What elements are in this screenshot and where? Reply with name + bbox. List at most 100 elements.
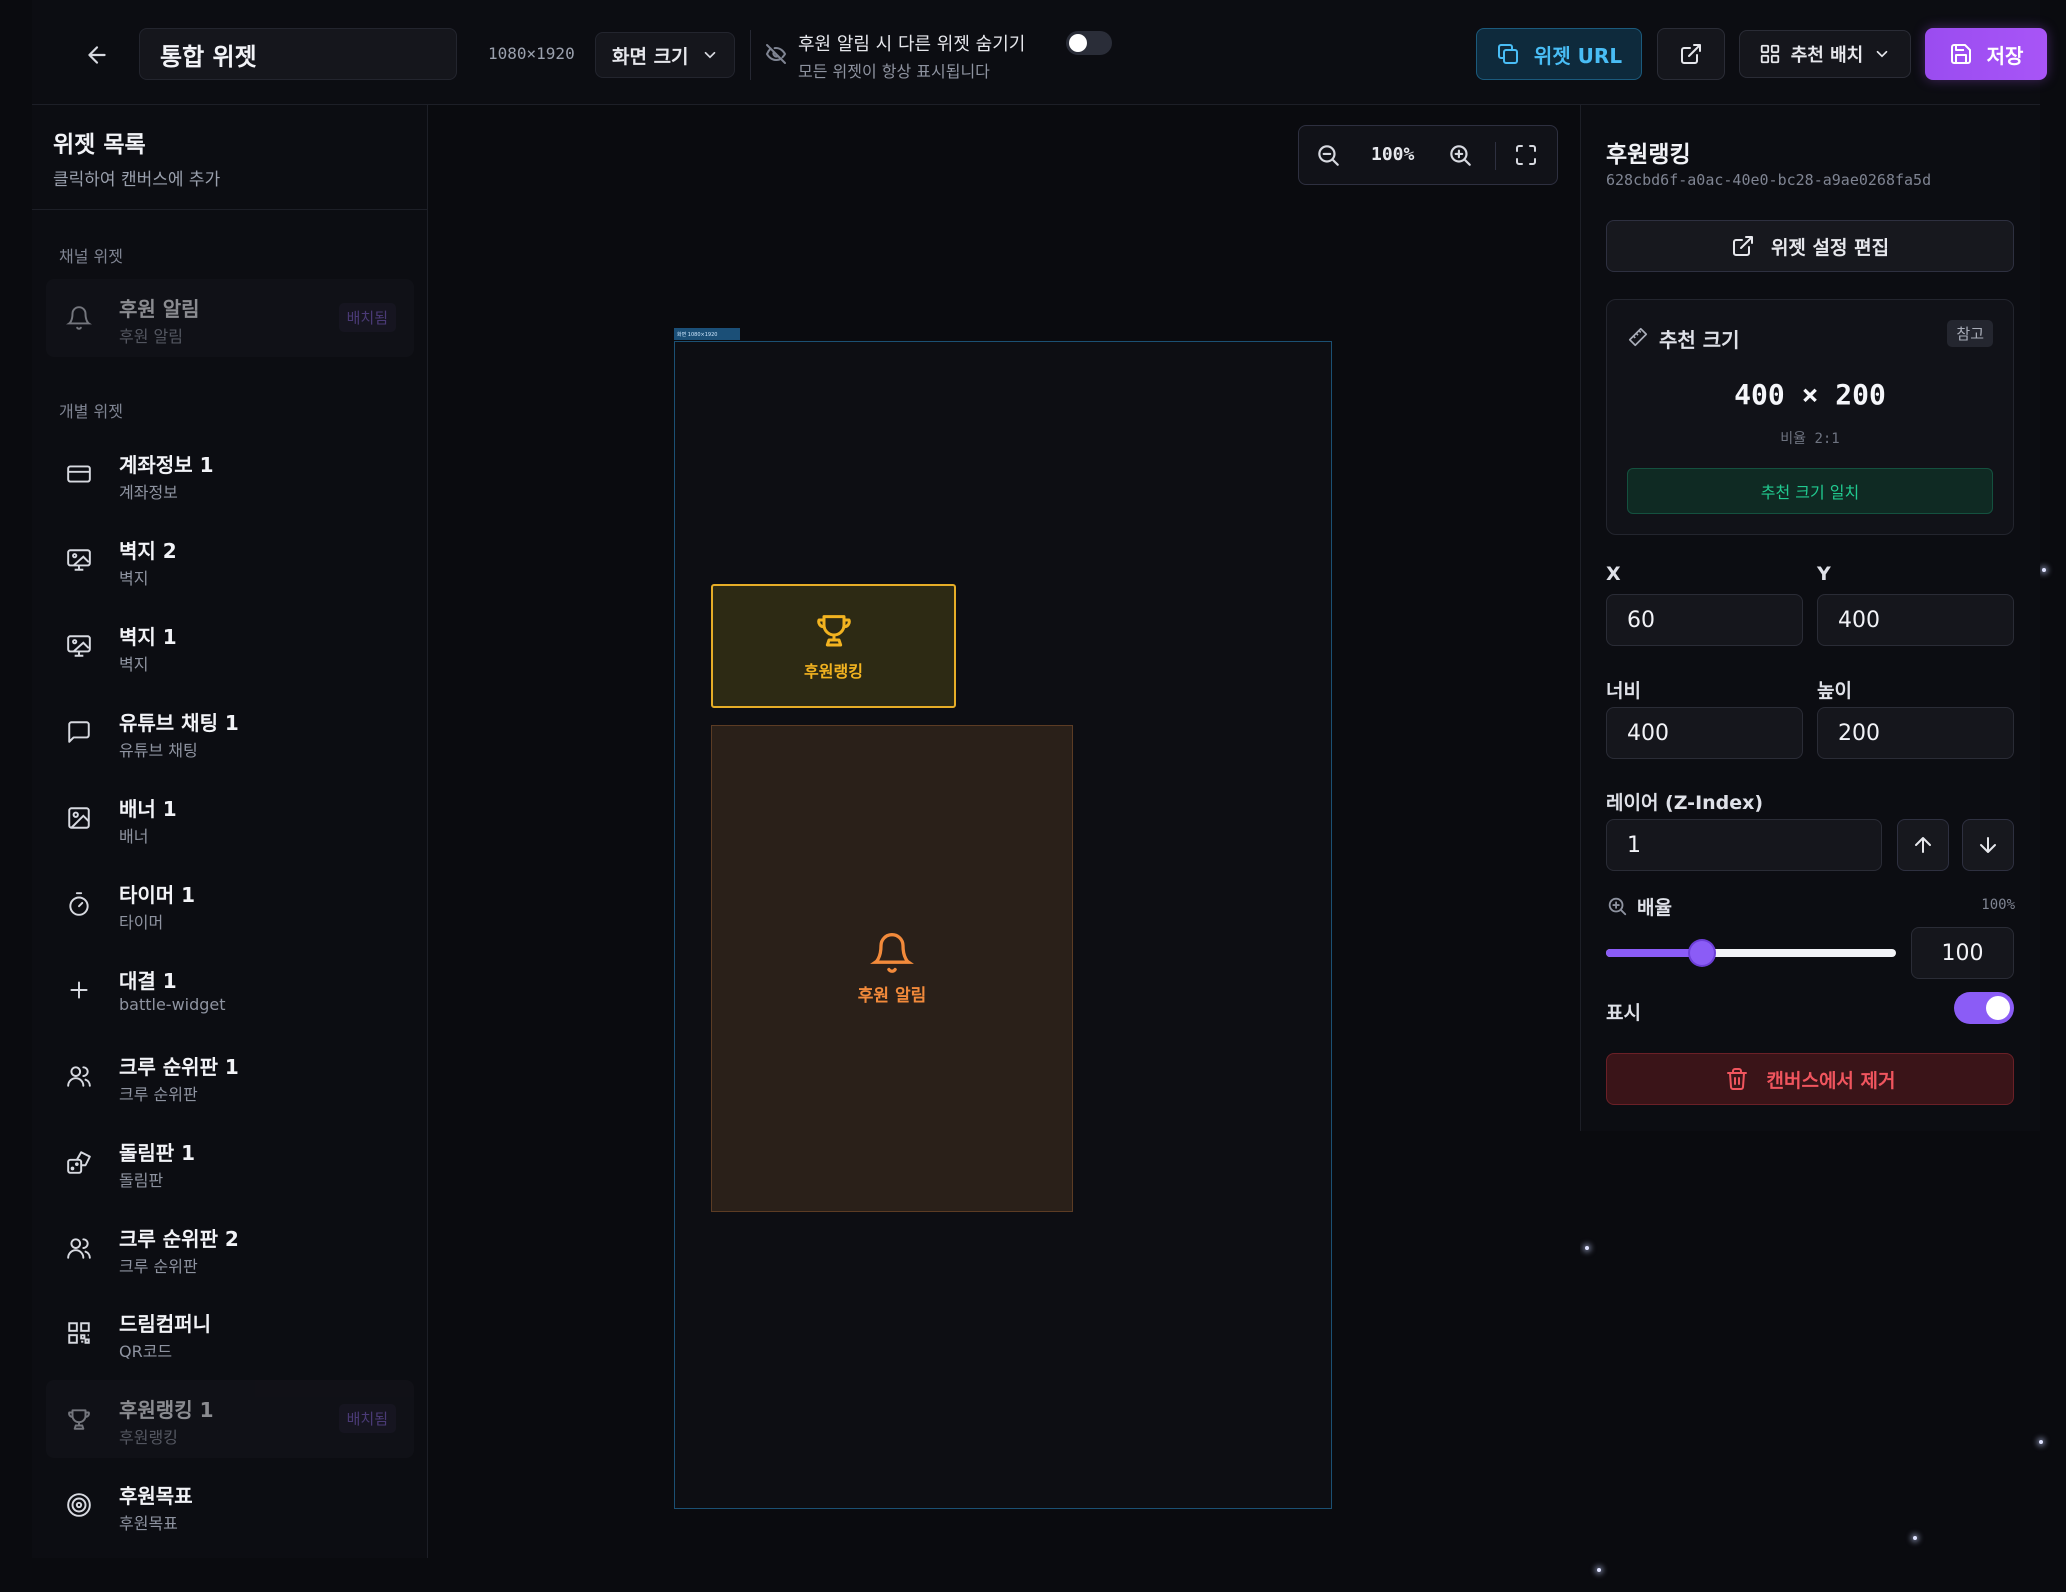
copy-icon xyxy=(1497,44,1518,64)
sidebar-item-banner[interactable]: 배너 1 배너 xyxy=(46,779,414,857)
placed-badge: 배치됨 xyxy=(338,303,396,332)
zoom-in-icon xyxy=(1608,897,1627,916)
sidebar-item-type: 크루 순위판 xyxy=(119,1085,198,1104)
chevron-down-icon xyxy=(704,51,715,59)
sidebar-item-type: 크루 순위판 xyxy=(119,1257,198,1276)
canvas-widget-donation-alert[interactable]: 후원 알림 xyxy=(711,725,1073,1212)
trash-icon xyxy=(1726,1068,1747,1090)
canvas-widget-label: 후원 알림 xyxy=(857,986,927,1006)
sidebar-item-type: 유튜브 채팅 xyxy=(119,741,198,760)
save-button[interactable]: 저장 xyxy=(1925,28,2047,80)
visible-label: 표시 xyxy=(1606,1002,1641,1024)
sidebar-item-donation-alert[interactable]: 후원 알림 후원 알림 배치됨 xyxy=(46,279,414,357)
layer-input[interactable] xyxy=(1606,819,1882,871)
trophy-icon xyxy=(816,615,851,647)
sidebar-item-wallpaper-1[interactable]: 벽지 1 벽지 xyxy=(46,607,414,685)
external-link-icon xyxy=(1732,236,1753,256)
sidebar-item-donation-ranking[interactable]: 후원랭킹 1 후원랭킹 배치됨 xyxy=(46,1380,414,1458)
save-icon xyxy=(1950,44,1971,64)
sidebar-item-type: 후원목표 xyxy=(119,1514,178,1533)
sidebar-item-name: 돌림판 1 xyxy=(119,1141,196,1165)
sidebar-item-crew-ranking-1[interactable]: 크루 순위판 1 크루 순위판 xyxy=(46,1037,414,1115)
sidebar-item-name: 크루 순위판 1 xyxy=(119,1055,239,1079)
sidebar-item-type: battle-widget xyxy=(119,995,226,1014)
individual-section-label: 개별 위젯 xyxy=(59,402,123,421)
sidebar-item-type: 후원랭킹 xyxy=(119,1428,178,1447)
sidebar-item-type: 벽지 xyxy=(119,569,149,588)
width-input[interactable] xyxy=(1606,707,1803,759)
edit-widget-settings-button[interactable]: 위젯 설정 편집 xyxy=(1606,220,2014,272)
users-icon xyxy=(64,1233,94,1263)
zoom-in-button[interactable] xyxy=(1445,140,1475,170)
sidebar-item-type: 벽지 xyxy=(119,655,149,674)
zoom-out-button[interactable] xyxy=(1313,140,1343,170)
qr-code-icon xyxy=(64,1318,94,1348)
sidebar-item-crew-ranking-2[interactable]: 크루 순위판 2 크루 순위판 xyxy=(46,1209,414,1287)
canvas-widget-label: 후원랭킹 xyxy=(804,662,863,681)
y-label: Y xyxy=(1817,563,1831,585)
widget-url-button[interactable]: 위젯 URL xyxy=(1476,28,1642,80)
sidebar-item-youtube-chat[interactable]: 유튜브 채팅 1 유튜브 채팅 xyxy=(46,693,414,771)
sidebar-item-donation-goal[interactable]: 후원목표 후원목표 xyxy=(46,1466,414,1544)
arrow-left-icon xyxy=(88,46,106,64)
sidebar-item-name: 드림컴퍼니 xyxy=(119,1312,211,1336)
plus-icon xyxy=(64,975,94,1005)
external-link-icon xyxy=(1681,44,1701,64)
canvas-widget-donation-ranking[interactable]: 후원랭킹 xyxy=(711,584,956,708)
credit-card-icon xyxy=(64,459,94,489)
layer-down-button[interactable] xyxy=(1962,819,2014,871)
aspect-ratio: 비율 2:1 xyxy=(1780,431,1840,447)
arrow-down-icon xyxy=(1980,837,1996,853)
scale-slider[interactable] xyxy=(1606,941,1896,965)
back-button[interactable] xyxy=(72,30,122,80)
width-label: 너비 xyxy=(1606,680,1641,702)
screen-size-dropdown[interactable]: 화면 크기 xyxy=(595,32,735,78)
wallpaper-icon xyxy=(64,545,94,575)
top-toolbar: 1080×1920 화면 크기 후원 알림 시 다른 위젯 숨기기 모든 위젯이… xyxy=(32,0,2047,105)
sidebar-item-name: 크루 순위판 2 xyxy=(119,1227,239,1251)
sidebar-item-type: 돌림판 xyxy=(119,1171,164,1190)
sidebar-item-battle[interactable]: 대결 1 battle-widget xyxy=(46,951,414,1029)
sidebar-item-type: QR코드 xyxy=(119,1342,173,1361)
y-input[interactable] xyxy=(1817,594,2014,646)
hide-others-toggle[interactable] xyxy=(1066,31,1112,55)
scale-slider-thumb[interactable] xyxy=(1689,941,1714,965)
ruler-icon xyxy=(1628,327,1648,347)
sidebar-item-name: 유튜브 채팅 1 xyxy=(119,711,239,735)
widget-id: 628cbd6f-a0ac-40e0-bc28-a9ae0268fa5d xyxy=(1606,171,1932,189)
placed-badge: 배치됨 xyxy=(338,1404,396,1433)
sidebar-divider xyxy=(32,209,428,210)
wallpaper-icon xyxy=(64,631,94,661)
recommended-size-value: 400 × 200 xyxy=(1734,378,1886,411)
fullscreen-button[interactable] xyxy=(1511,140,1541,170)
layer-up-button[interactable] xyxy=(1897,819,1949,871)
open-external-button[interactable] xyxy=(1657,28,1725,80)
sidebar-item-account[interactable]: 계좌정보 1 계좌정보 xyxy=(46,435,414,513)
sidebar-item-timer[interactable]: 타이머 1 타이머 xyxy=(46,865,414,943)
visible-toggle[interactable] xyxy=(1954,992,2014,1024)
recommended-size-title: 추천 크기 xyxy=(1659,328,1740,352)
sidebar-item-type: 후원 알림 xyxy=(119,327,183,346)
sidebar-item-name: 계좌정보 1 xyxy=(119,453,214,477)
scale-percent: 100% xyxy=(1981,897,2015,913)
sidebar-item-name: 배너 1 xyxy=(119,797,177,821)
height-label: 높이 xyxy=(1817,680,1852,702)
sidebar-item-type: 계좌정보 xyxy=(119,483,178,502)
toggle-knob xyxy=(1986,996,2010,1020)
x-input[interactable] xyxy=(1606,594,1803,646)
screen-size-tag: 화면 1080×1920 xyxy=(674,328,740,340)
eye-off-icon xyxy=(765,44,787,64)
sidebar-subtitle: 클릭하여 캔버스에 추가 xyxy=(53,170,221,190)
sidebar-item-qr[interactable]: 드림컴퍼니 QR코드 xyxy=(46,1294,414,1372)
sidebar-item-wallpaper-2[interactable]: 벽지 2 벽지 xyxy=(46,521,414,599)
sidebar-item-name: 대결 1 xyxy=(119,969,177,993)
height-input[interactable] xyxy=(1817,707,2014,759)
sidebar-item-roulette[interactable]: 돌림판 1 돌림판 xyxy=(46,1123,414,1201)
recommended-layout-button[interactable]: 추천 배치 xyxy=(1739,30,1911,78)
resolution-label: 1080×1920 xyxy=(488,44,575,63)
remove-from-canvas-button[interactable]: 캔버스에서 제거 xyxy=(1606,1053,2014,1105)
zoom-level: 100% xyxy=(1371,144,1415,165)
scale-input[interactable] xyxy=(1911,927,2014,979)
widget-title-input[interactable] xyxy=(139,28,457,80)
arrow-up-icon xyxy=(1915,837,1931,853)
